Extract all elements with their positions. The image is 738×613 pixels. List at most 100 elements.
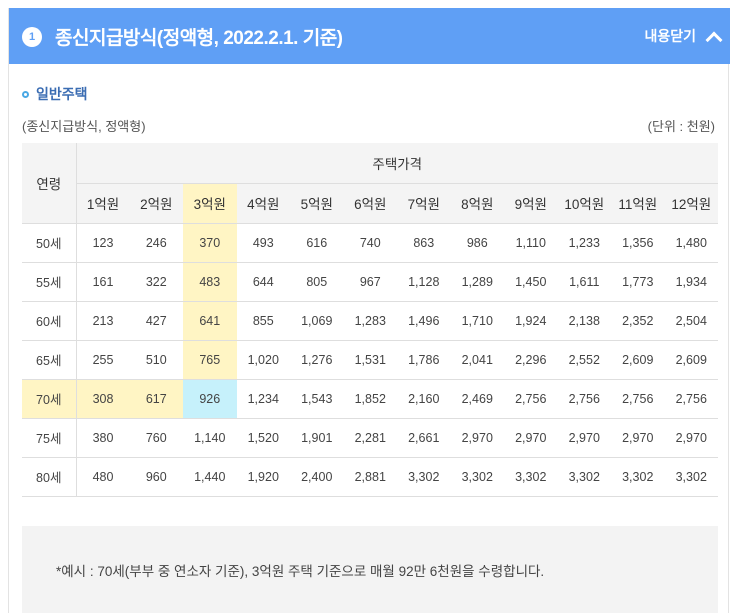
value-cell: 2,138 — [557, 301, 611, 341]
value-cell: 2,281 — [343, 418, 397, 458]
value-cell: 3,302 — [557, 457, 611, 497]
value-cell: 308 — [76, 379, 130, 419]
value-cell: 3,302 — [397, 457, 451, 497]
unit-note: (단위 : 천원) — [647, 119, 715, 134]
panel-header: 1 종신지급방식(정액형, 2022.2.1. 기준) 내용닫기 — [9, 8, 730, 64]
price-column-header: 4억원 — [236, 183, 290, 224]
price-column-header: 3억원 — [183, 183, 237, 224]
table-row: 65세 255 510 765 1,020 1,276 1,531 1,786 2,041 2,2… — [22, 340, 718, 380]
value-cell: 2,970 — [450, 418, 504, 458]
table-row: 75세 380 760 1,140 1,520 1,901 2,281 2,661 2,970 2… — [22, 418, 718, 458]
value-cell: 3,302 — [450, 457, 504, 497]
value-cell: 1,440 — [183, 457, 237, 497]
value-cell: 2,970 — [664, 418, 718, 458]
collapse-toggle-label: 내용닫기 — [644, 28, 696, 44]
value-cell: 760 — [129, 418, 183, 458]
value-cell: 3,302 — [664, 457, 718, 497]
value-cell: 2,296 — [504, 340, 558, 380]
value-cell: 1,128 — [397, 262, 451, 302]
value-cell: 1,710 — [450, 301, 504, 341]
value-cell: 2,160 — [397, 379, 451, 419]
value-cell: 2,970 — [557, 418, 611, 458]
section-title: 일반주택 — [36, 86, 88, 102]
value-cell: 2,756 — [611, 379, 665, 419]
price-column-header: 1억원 — [76, 183, 130, 224]
value-cell: 2,970 — [504, 418, 558, 458]
example-box: *예시 : 70세(부부 중 연소자 기준), 3억원 주택 기준으로 매월 9… — [22, 526, 718, 613]
value-cell: 2,400 — [290, 457, 344, 497]
age-cell: 65세 — [22, 340, 77, 380]
age-column-header: 연령 — [22, 143, 77, 224]
age-cell: 50세 — [22, 223, 77, 263]
value-cell: 765 — [183, 340, 237, 380]
table-row: 50세 123 246 370 493 616 740 863 986 1,110 1,233 1,3… — [22, 223, 718, 263]
value-cell: 2,504 — [664, 301, 718, 341]
value-cell: 1,450 — [504, 262, 558, 302]
value-cell: 1,520 — [236, 418, 290, 458]
value-cell: 123 — [76, 223, 130, 263]
value-cell: 1,543 — [290, 379, 344, 419]
value-cell: 2,756 — [504, 379, 558, 419]
example-note: *예시 : 70세(부부 중 연소자 기준), 3억원 주택 기준으로 매월 9… — [56, 564, 545, 579]
value-cell: 2,609 — [664, 340, 718, 380]
value-cell: 1,934 — [664, 262, 718, 302]
price-group-header: 주택가격 — [76, 143, 718, 184]
table-row: 55세 161 322 483 644 805 967 1,128 1,289 1,450 1,61… — [22, 262, 718, 302]
value-cell: 2,661 — [397, 418, 451, 458]
value-cell: 493 — [236, 223, 290, 263]
price-column-header: 8억원 — [450, 183, 504, 224]
chevron-up-icon — [705, 31, 723, 48]
value-cell: 2,609 — [611, 340, 665, 380]
number-badge: 1 — [22, 27, 42, 47]
age-cell: 55세 — [22, 262, 77, 302]
table-row: 80세 480 960 1,440 1,920 2,400 2,881 3,302 3,302 3… — [22, 457, 718, 497]
value-cell: 641 — [183, 301, 237, 341]
value-cell: 2,469 — [450, 379, 504, 419]
value-cell: 1,531 — [343, 340, 397, 380]
age-cell: 80세 — [22, 457, 77, 497]
value-cell: 1,356 — [611, 223, 665, 263]
value-cell: 427 — [129, 301, 183, 341]
value-cell: 2,552 — [557, 340, 611, 380]
price-column-header: 7억원 — [397, 183, 451, 224]
value-cell: 1,283 — [343, 301, 397, 341]
value-cell: 380 — [76, 418, 130, 458]
value-cell: 370 — [183, 223, 237, 263]
value-cell: 3,302 — [611, 457, 665, 497]
value-cell: 1,852 — [343, 379, 397, 419]
value-cell: 1,611 — [557, 262, 611, 302]
value-cell: 1,901 — [290, 418, 344, 458]
value-cell: 1,276 — [290, 340, 344, 380]
value-cell: 644 — [236, 262, 290, 302]
collapse-toggle-button[interactable]: 내용닫기 — [644, 25, 723, 48]
value-cell: 2,881 — [343, 457, 397, 497]
value-cell: 1,233 — [557, 223, 611, 263]
value-cell: 2,041 — [450, 340, 504, 380]
price-column-header: 10억원 — [557, 183, 611, 224]
value-cell: 617 — [129, 379, 183, 419]
value-cell: 967 — [343, 262, 397, 302]
value-cell: 255 — [76, 340, 130, 380]
price-column-header: 11억원 — [611, 183, 665, 224]
value-cell: 480 — [76, 457, 130, 497]
value-cell: 2,352 — [611, 301, 665, 341]
value-cell: 1,786 — [397, 340, 451, 380]
panel-title: 종신지급방식(정액형, 2022.2.1. 기준) — [55, 28, 343, 49]
value-cell: 213 — [76, 301, 130, 341]
value-cell: 1,289 — [450, 262, 504, 302]
circle-bullet-icon — [22, 90, 29, 98]
value-cell: 1,773 — [611, 262, 665, 302]
table-row: 70세 308 617 926 1,234 1,543 1,852 2,160 2,469 2,7… — [22, 379, 718, 419]
value-cell: 1,140 — [183, 418, 237, 458]
section-heading: 일반주택 — [22, 84, 88, 104]
age-cell: 75세 — [22, 418, 77, 458]
table-caption: (종신지급방식, 정액형) — [22, 119, 146, 134]
value-cell: 926 — [183, 379, 237, 419]
reverse-mortgage-panel: 1 종신지급방식(정액형, 2022.2.1. 기준) 내용닫기 일반주택 (종… — [8, 8, 730, 613]
value-cell: 616 — [290, 223, 344, 263]
price-column-header: 6억원 — [343, 183, 397, 224]
value-cell: 1,496 — [397, 301, 451, 341]
value-cell: 1,110 — [504, 223, 558, 263]
value-cell: 510 — [129, 340, 183, 380]
value-cell: 322 — [129, 262, 183, 302]
